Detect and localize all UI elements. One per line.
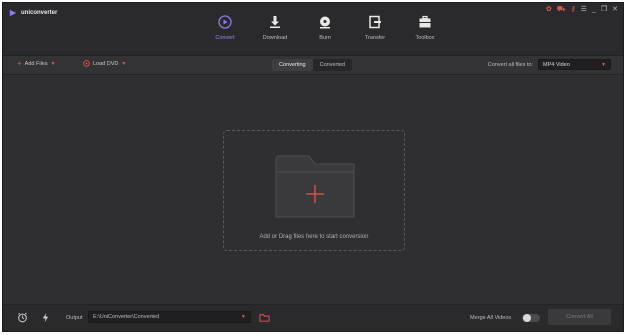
output-label: Output	[66, 315, 83, 321]
convert-all-to: Convert all files to: MP4 Video ▼	[488, 59, 611, 70]
play-logo-icon	[9, 9, 17, 17]
lightning-icon[interactable]	[40, 312, 51, 323]
app-title: uniconverter	[21, 10, 58, 16]
gift-icon[interactable]: ✿	[546, 6, 552, 14]
load-dvd-button[interactable]: Load DVD ▼	[83, 60, 126, 67]
add-files-button[interactable]: + Add Files ▼	[17, 60, 56, 68]
transfer-icon	[369, 15, 381, 29]
dvd-icon	[83, 60, 90, 67]
toggle-knob	[523, 314, 531, 322]
cart-icon[interactable]: ⛟	[557, 6, 566, 14]
open-folder-icon[interactable]	[259, 312, 270, 323]
nav-download[interactable]: Download	[250, 15, 300, 55]
caret-down-icon: ▼	[241, 314, 246, 320]
menu-icon[interactable]: ☰	[581, 6, 587, 14]
main-nav: Convert Download Burn Transfer Toolbox	[200, 15, 450, 58]
download-icon	[270, 16, 280, 28]
drop-zone-hint: Add or Drag files here to start conversi…	[259, 234, 369, 240]
tab-converting[interactable]: Converting	[272, 59, 313, 71]
convert-all-button[interactable]: Convert All	[548, 309, 611, 325]
caret-down-icon: ▼	[601, 61, 606, 68]
alarm-clock-icon[interactable]	[17, 312, 28, 323]
merge-all-label: Merge All Videos	[470, 315, 512, 321]
window-controls: ✿ ⛟ ⚷ ☰ _ ❐ ✕	[546, 6, 618, 14]
output-path-select[interactable]: E:\UniConverter\Converted ▼	[88, 311, 251, 323]
convert-icon	[218, 15, 232, 29]
close-icon[interactable]: ✕	[612, 6, 618, 14]
nav-burn[interactable]: Burn	[300, 15, 350, 55]
merge-toggle[interactable]	[522, 314, 540, 322]
minimize-icon[interactable]: _	[592, 6, 596, 14]
toolbox-icon	[419, 15, 431, 28]
nav-transfer[interactable]: Transfer	[350, 15, 400, 55]
plus-icon: +	[17, 59, 22, 68]
caret-down-icon[interactable]: ▼	[51, 61, 56, 67]
convert-all-label: Convert all files to:	[487, 61, 533, 68]
nav-toolbox[interactable]: Toolbox	[400, 15, 450, 55]
caret-down-icon[interactable]: ▼	[121, 61, 126, 67]
conversion-tabs: Converting Converted	[272, 59, 352, 71]
title-bar: uniconverter ✿ ⛟ ⚷ ☰ _ ❐ ✕ Convert Downl…	[3, 3, 623, 58]
drop-zone[interactable]: Add or Drag files here to start conversi…	[223, 130, 405, 251]
bottom-bar: Output E:\UniConverter\Converted ▼ Merge…	[3, 304, 623, 331]
key-icon[interactable]: ⚷	[571, 6, 576, 14]
app-window: uniconverter ✿ ⛟ ⚷ ☰ _ ❐ ✕ Convert Downl…	[2, 2, 624, 332]
toolbar: + Add Files ▼ Load DVD ▼ Converting Conv…	[3, 56, 623, 75]
restore-icon[interactable]: ❐	[601, 6, 607, 14]
app-logo: uniconverter	[9, 9, 57, 17]
format-select[interactable]: MP4 Video ▼	[538, 59, 611, 70]
add-folder-icon[interactable]	[275, 152, 355, 218]
burn-icon	[320, 16, 330, 29]
tab-converted[interactable]: Converted	[313, 59, 352, 71]
nav-convert[interactable]: Convert	[200, 15, 250, 58]
